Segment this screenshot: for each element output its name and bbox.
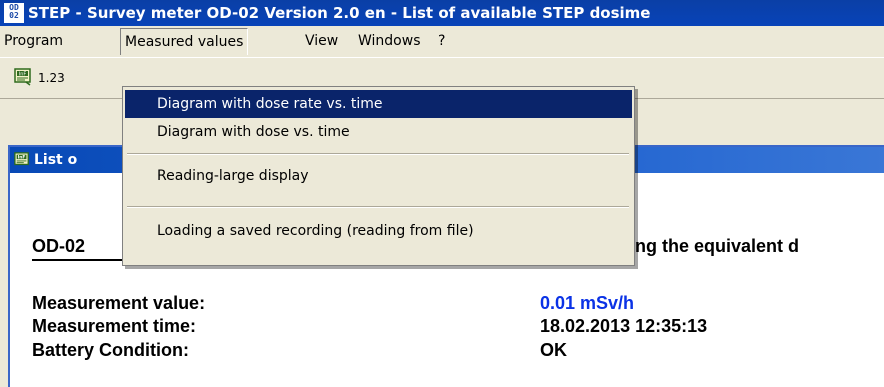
measurement-value-label: Measurement value: xyxy=(32,293,206,313)
menu-help[interactable]: ? xyxy=(434,26,449,57)
window-titlebar[interactable]: OD 02 STEP - Survey meter OD-02 Version … xyxy=(0,0,884,26)
measurement-value: 0.01 mSv/h xyxy=(540,293,635,313)
menu-item-large-display[interactable]: Reading-large display xyxy=(125,162,632,190)
info-icon: InF xyxy=(14,68,31,86)
menu-measured-values[interactable]: Measured values xyxy=(120,28,249,55)
menu-item-dose-rate-diagram[interactable]: Diagram with dose rate vs. time xyxy=(125,90,632,118)
menu-view[interactable]: View xyxy=(301,26,342,57)
svg-text:InF: InF xyxy=(19,72,27,78)
child-window-title: List o xyxy=(34,152,78,168)
menu-windows[interactable]: Windows xyxy=(354,26,425,57)
menu-separator xyxy=(127,153,629,155)
measurement-time-label: Measurement time: xyxy=(32,316,197,336)
app-icon: OD 02 xyxy=(4,3,24,23)
info-icon: InF xyxy=(14,152,29,166)
window-title: STEP - Survey meter OD-02 Version 2.0 en… xyxy=(28,4,651,22)
device-heading: OD-02 xyxy=(32,236,86,256)
measurement-time: 18.02.2013 12:35:13 xyxy=(540,316,708,336)
menu-item-dose-diagram[interactable]: Diagram with dose vs. time xyxy=(125,118,632,146)
svg-text:InF: InF xyxy=(18,155,26,161)
app-icon-text-bottom: 02 xyxy=(9,11,19,20)
menubar: Program Measured values View Windows ? xyxy=(0,26,884,58)
menu-program[interactable]: Program xyxy=(0,26,67,57)
measured-values-dropdown: Diagram with dose rate vs. time Diagram … xyxy=(122,86,635,266)
info-button[interactable]: InF xyxy=(14,68,32,86)
toolbar-label: 1.23 xyxy=(38,71,65,85)
menu-separator xyxy=(127,206,629,208)
battery-condition: OK xyxy=(540,340,567,360)
heading-continuation: ng the equivalent d xyxy=(635,236,800,256)
battery-condition-label: Battery Condition: xyxy=(32,340,189,360)
menu-item-load-recording[interactable]: Loading a saved recording (reading from … xyxy=(125,217,632,245)
